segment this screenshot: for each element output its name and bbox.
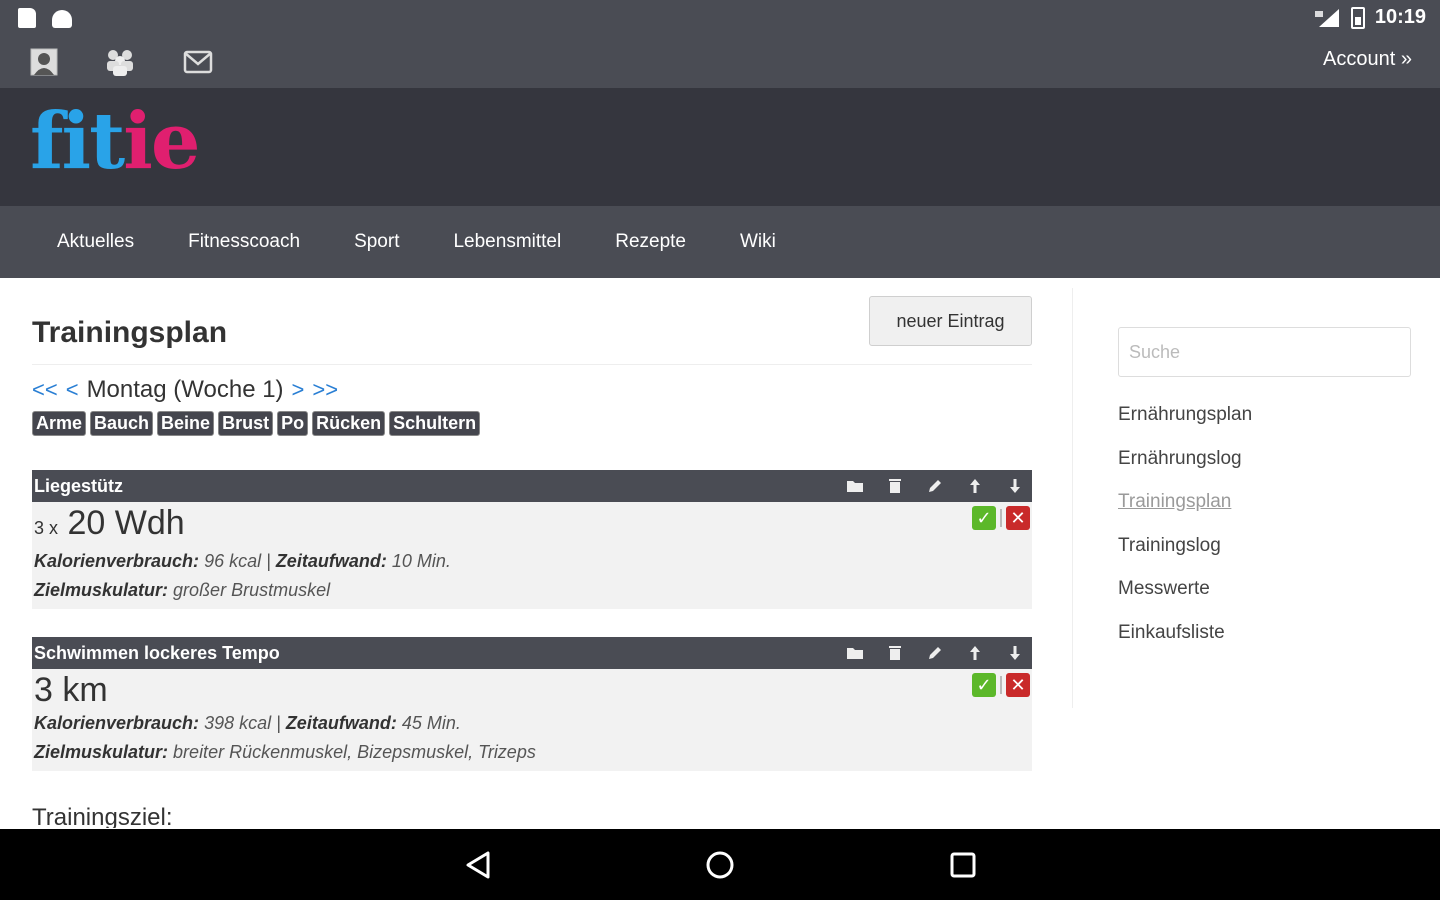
- signal-icon: [1314, 8, 1339, 27]
- trash-icon[interactable]: [882, 474, 908, 498]
- current-day-label: Montag (Woche 1): [86, 376, 284, 403]
- nav-item-lebensmittel[interactable]: Lebensmittel: [426, 231, 588, 253]
- top-bar: Account »: [0, 38, 1440, 88]
- sidebar-menu: Ernährungsplan Ernährungslog Trainingspl…: [1118, 400, 1252, 662]
- tag-ruecken[interactable]: Rücken: [312, 411, 386, 436]
- main-content: neuer Eintrag Trainingsplan << < Montag …: [32, 280, 1032, 828]
- exercise-name: Liegestütz: [34, 475, 124, 496]
- day-navigation: << < Montag (Woche 1) > >>: [32, 376, 338, 404]
- exercise-header: Schwimmen lockeres Tempo: [32, 637, 1032, 669]
- exercise-amount: 3 km: [34, 671, 108, 709]
- friends-icon[interactable]: [104, 46, 136, 78]
- exercise-body: 3 km Kalorienverbrauch: 398 kcal | Zeita…: [32, 669, 1032, 771]
- nav-item-wiki[interactable]: Wiki: [713, 231, 803, 253]
- nav-item-fitnesscoach[interactable]: Fitnesscoach: [161, 231, 327, 253]
- system-nav-bar: [0, 829, 1440, 900]
- edit-icon[interactable]: [922, 474, 948, 498]
- sidebar-divider: [1072, 288, 1073, 708]
- recents-icon[interactable]: [943, 845, 983, 885]
- android-icon: [52, 10, 72, 28]
- first-day-link[interactable]: <<: [32, 377, 58, 403]
- exercise-stats: Kalorienverbrauch: 96 kcal | Zeitaufwand…: [34, 551, 451, 571]
- exercise-card: Liegestütz 3 x 20 Wdh Kalorienverbrauch:…: [32, 470, 1032, 609]
- tag-bauch[interactable]: Bauch: [90, 411, 154, 436]
- back-icon[interactable]: [458, 845, 498, 885]
- page-title: Trainingsplan: [32, 316, 228, 349]
- last-day-link[interactable]: >>: [312, 377, 338, 403]
- arrow-down-icon[interactable]: [1002, 474, 1028, 498]
- battery-icon: [1350, 6, 1365, 29]
- exercise-card: Schwimmen lockeres Tempo 3 km Kalorienve…: [32, 637, 1032, 771]
- done-check-icon[interactable]: ✓: [972, 673, 996, 697]
- profile-icon[interactable]: [28, 46, 60, 78]
- separator: [1000, 676, 1002, 694]
- next-day-link[interactable]: >: [292, 377, 305, 403]
- exercise-stats: Kalorienverbrauch: 398 kcal | Zeitaufwan…: [34, 713, 461, 733]
- status-bar: 10:19: [0, 0, 1440, 38]
- skip-x-icon[interactable]: ✕: [1006, 673, 1030, 697]
- tag-arme[interactable]: Arme: [32, 411, 87, 436]
- exercise-muscles: Zielmuskulatur: breiter Rückenmuskel, Bi…: [34, 742, 536, 762]
- muscle-tags: Arme Bauch Beine Brust Po Rücken Schulte…: [32, 411, 481, 436]
- edit-icon[interactable]: [922, 641, 948, 665]
- fitie-logo[interactable]: fitie: [30, 96, 200, 187]
- divider: [32, 364, 1032, 365]
- sidebar-item-trainingslog[interactable]: Trainingslog: [1118, 531, 1252, 575]
- exercise-body: 3 x 20 Wdh Kalorienverbrauch: 96 kcal | …: [32, 502, 1032, 609]
- nav-item-sport[interactable]: Sport: [327, 231, 426, 253]
- account-link[interactable]: Account »: [1323, 48, 1412, 71]
- mail-icon[interactable]: [182, 46, 214, 78]
- main-nav: Aktuelles Fitnesscoach Sport Lebensmitte…: [0, 206, 1440, 278]
- home-icon[interactable]: [700, 845, 740, 885]
- arrow-up-icon[interactable]: [962, 474, 988, 498]
- exercise-sets: 3 x: [34, 518, 59, 538]
- search-input[interactable]: [1118, 327, 1411, 377]
- new-entry-button[interactable]: neuer Eintrag: [869, 296, 1032, 346]
- prev-day-link[interactable]: <: [66, 377, 79, 403]
- skip-x-icon[interactable]: ✕: [1006, 506, 1030, 530]
- sd-card-icon: [18, 8, 36, 28]
- folder-icon[interactable]: [842, 474, 868, 498]
- sidebar-item-trainingsplan[interactable]: Trainingsplan: [1118, 487, 1252, 531]
- separator: [1000, 509, 1002, 527]
- tag-po[interactable]: Po: [277, 411, 309, 436]
- training-goal-heading: Trainingsziel:: [32, 804, 173, 828]
- nav-item-aktuelles[interactable]: Aktuelles: [30, 231, 161, 253]
- sidebar-item-einkaufsliste[interactable]: Einkaufsliste: [1118, 618, 1252, 662]
- trash-icon[interactable]: [882, 641, 908, 665]
- sidebar-item-ernaehrungsplan[interactable]: Ernährungsplan: [1118, 400, 1252, 444]
- done-check-icon[interactable]: ✓: [972, 506, 996, 530]
- tag-brust[interactable]: Brust: [218, 411, 274, 436]
- exercise-muscles: Zielmuskulatur: großer Brustmuskel: [34, 580, 331, 600]
- tag-beine[interactable]: Beine: [157, 411, 215, 436]
- exercise-amount: 3 x 20 Wdh: [34, 504, 185, 542]
- nav-item-rezepte[interactable]: Rezepte: [588, 231, 713, 253]
- arrow-down-icon[interactable]: [1002, 641, 1028, 665]
- site-header: fitie: [0, 88, 1440, 206]
- clock: 10:19: [1374, 6, 1426, 28]
- tag-schultern[interactable]: Schultern: [389, 411, 481, 436]
- exercise-name: Schwimmen lockeres Tempo: [34, 642, 280, 663]
- sidebar-item-ernaehrungslog[interactable]: Ernährungslog: [1118, 444, 1252, 488]
- sidebar-item-messwerte[interactable]: Messwerte: [1118, 574, 1252, 618]
- arrow-up-icon[interactable]: [962, 641, 988, 665]
- folder-icon[interactable]: [842, 641, 868, 665]
- exercise-header: Liegestütz: [32, 470, 1032, 502]
